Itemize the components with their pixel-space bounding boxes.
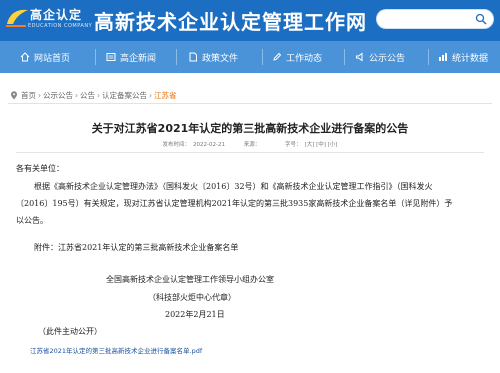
search-icon[interactable] [475, 13, 487, 25]
nav-label: 网站首页 [34, 53, 71, 64]
site-logo[interactable]: 高企认定 EDUCATION COMPANY [4, 4, 92, 37]
news-icon [106, 53, 116, 61]
pen-icon [273, 52, 282, 61]
nav-divider [428, 49, 429, 65]
nav-label: 工作动态 [286, 53, 323, 64]
location-pin-icon [11, 91, 17, 100]
logo-subtitle: EDUCATION COMPANY [28, 23, 93, 29]
article-meta: 发布时间： 2022-02-21 来源： 字号： [大] [中] [小] [8, 140, 492, 148]
breadcrumb-notices[interactable]: 公示公告 [43, 90, 73, 101]
attachment-file-link[interactable]: 江苏省2021年认定的第三批高新技术企业进行备案名单.pdf [30, 345, 202, 355]
nav-divider [176, 49, 177, 65]
nav-label: 高企新闻 [120, 53, 157, 64]
breadcrumb-divider [8, 103, 492, 104]
nav-item-notices[interactable]: 公示公告 [355, 41, 405, 73]
nav-divider [262, 49, 263, 65]
home-icon [20, 52, 30, 62]
breadcrumb-announcements[interactable]: 公告 [80, 90, 95, 101]
breadcrumb-current[interactable]: 江苏省 [154, 90, 177, 101]
nav-item-work[interactable]: 工作动态 [272, 41, 322, 73]
signature-date: 2022年2月21日 [165, 310, 225, 319]
body-paragraph-line: 以公告。 [16, 216, 48, 225]
nav-divider [344, 49, 345, 65]
nav-divider [95, 49, 96, 65]
breadcrumb-separator: › [38, 91, 41, 100]
site-title: 高新技术企业认定管理工作网 [94, 10, 367, 34]
nav-label: 公示公告 [369, 53, 406, 64]
meta-divider [16, 152, 484, 153]
breadcrumb-home[interactable]: 首页 [21, 90, 36, 101]
signature-sub: （科技部火炬中心代章） [148, 293, 236, 302]
salutation: 各有关单位： [16, 164, 64, 173]
nav-label: 政策文件 [202, 53, 239, 64]
nav-label: 统计数据 [452, 53, 489, 64]
nav-item-stats[interactable]: 统计数据 [438, 41, 488, 73]
logo-text: 高企认定 [30, 8, 83, 22]
attachment-label: 附件：江苏省2021年认定的第三批高新技术企业备案名单 [34, 243, 239, 252]
breadcrumb-separator: › [75, 91, 78, 100]
breadcrumb-separator: › [97, 91, 100, 100]
public-note: （此件主动公开） [38, 327, 102, 336]
site-header: 高企认定 EDUCATION COMPANY 高新技术企业认定管理工作网 [0, 0, 500, 41]
breadcrumb-separator: › [149, 91, 152, 100]
breadcrumb-filing[interactable]: 认定备案公告 [102, 90, 147, 101]
document-icon [189, 52, 197, 62]
article: 关于对江苏省2021年认定的第三批高新技术企业进行备案的公告 发布时间： 2022… [8, 108, 492, 373]
notice-icon [356, 52, 363, 62]
meta-source: 来源： [243, 142, 261, 148]
signature-org: 全国高新技术企业认定管理工作领导小组办公室 [106, 275, 274, 284]
body-paragraph-line: 根据《高新技术企业认定管理办法》（国科发火〔2016〕32号）和《高新技术企业认… [34, 182, 433, 191]
font-size-options[interactable]: [大] [中] [小] [305, 142, 338, 148]
main-nav: 网站首页 高企新闻 政策文件 工作动态 公示公告 统计数据 [0, 41, 500, 73]
meta-size-label: 字号： [285, 142, 302, 148]
nav-item-home[interactable]: 网站首页 [20, 41, 70, 73]
body-paragraph-line: 〔2016〕195号）有关规定，现对江苏省认定管理机构2021年认定的第三批39… [16, 199, 453, 208]
search-box [376, 9, 494, 29]
search-input[interactable] [385, 12, 473, 26]
nav-item-news[interactable]: 高企新闻 [106, 41, 156, 73]
meta-date-label: 发布时间： [162, 142, 191, 148]
meta-date: 2022-02-21 [193, 142, 226, 148]
stats-icon [439, 53, 447, 61]
logo-mark-icon [6, 9, 28, 27]
breadcrumb: 首页 › 公示公告 › 公告 › 认定备案公告 › 江苏省 [10, 90, 177, 101]
article-title: 关于对江苏省2021年认定的第三批高新技术企业进行备案的公告 [91, 122, 409, 135]
nav-item-policy[interactable]: 政策文件 [188, 41, 238, 73]
